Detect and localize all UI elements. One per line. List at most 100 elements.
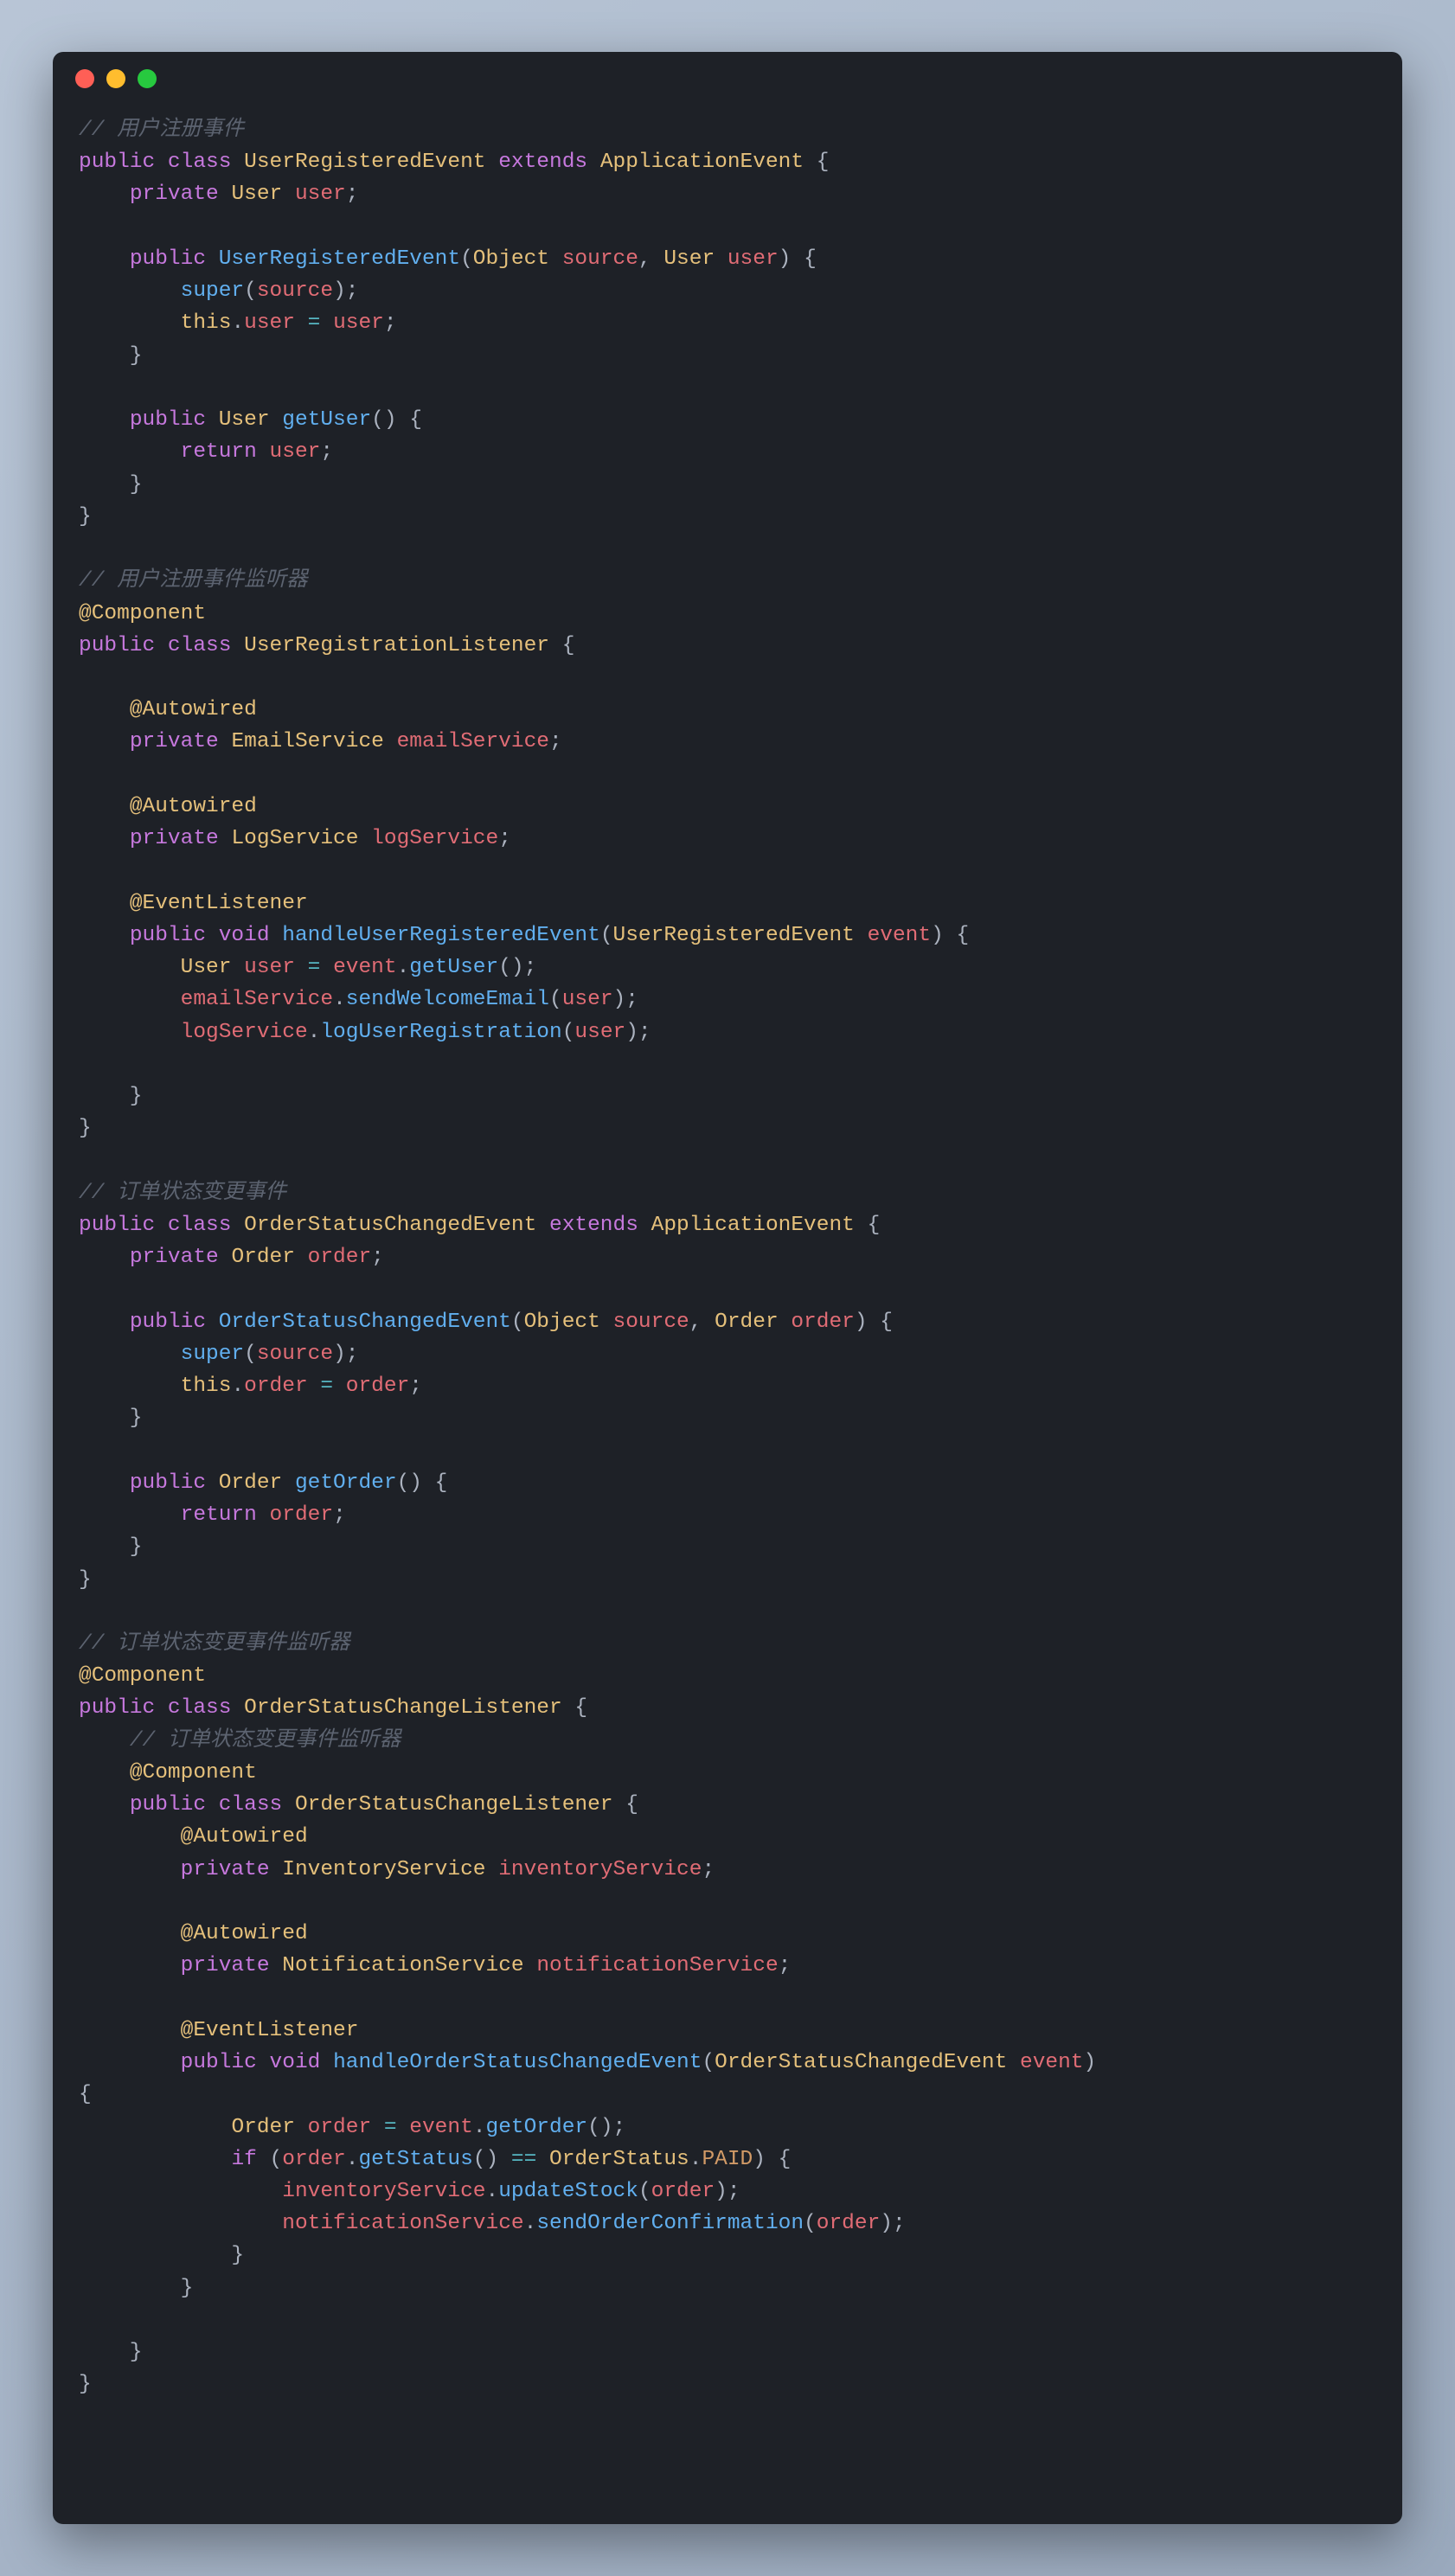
code-line [79,2304,1376,2336]
code-token: } [79,2373,92,2396]
code-token: @EventListener [181,2019,359,2042]
code-token [231,151,244,174]
code-token: . [333,988,346,1011]
code-token: if [231,2148,256,2171]
code-token: ( [244,1342,257,1366]
code-token: // 用户注册事件 [79,119,244,142]
code-token: ) { [753,2148,791,2171]
code-token [206,247,219,271]
code-token: super [181,1342,245,1366]
code-token: ); [333,1342,358,1366]
code-line: inventoryService.updateStock(order); [79,2176,1376,2208]
code-line: } [79,2336,1376,2368]
code-line [79,855,1376,887]
code-token: logService [371,827,498,850]
code-line [79,1048,1376,1080]
code-token [79,2116,231,2139]
code-line: } [79,1564,1376,1596]
code-token [397,2116,410,2139]
code-editor[interactable]: // 用户注册事件public class UserRegisteredEven… [53,97,1402,2436]
code-line [79,1435,1376,1467]
code-token: // 订单状态变更事件监听器 [130,1729,401,1753]
code-token: { [79,2083,92,2106]
code-token: getOrder [486,2116,588,2139]
code-token: void [270,2051,321,2074]
code-token [206,1310,219,1334]
code-token: notificationService [282,2212,523,2235]
code-line: public class UserRegistrationListener { [79,630,1376,662]
code-line: } [79,1080,1376,1112]
code-token: inventoryService [498,1858,702,1881]
code-token: ; [384,311,397,335]
code-line: // 订单状态变更事件监听器 [79,1725,1376,1757]
code-token [79,408,130,432]
code-token: public [181,2051,257,2074]
code-token: public [130,1471,206,1495]
code-token: } [79,2277,193,2300]
code-token: { [613,1793,638,1817]
code-token: ( [804,2212,817,2235]
code-token: = [320,1375,333,1398]
code-token: () { [397,1471,448,1495]
code-token: // 用户注册事件监听器 [79,569,308,593]
code-token: ; [333,1503,346,1527]
code-token [155,1696,168,1720]
code-line: private InventoryService inventoryServic… [79,1854,1376,1886]
code-token [231,1696,244,1720]
code-token [79,183,130,206]
code-token: class [168,1214,232,1237]
code-line: } [79,1112,1376,1144]
code-token: ) { [855,1310,893,1334]
code-token [257,440,270,464]
code-token: logUserRegistration [320,1021,561,1044]
code-token: ; [346,183,359,206]
code-token [295,1246,308,1269]
code-token: private [130,827,219,850]
code-line: emailService.sendWelcomeEmail(user); [79,984,1376,1016]
code-token: ) { [779,247,817,271]
code-line: } [79,469,1376,501]
code-token: , [689,1310,715,1334]
code-line [79,1983,1376,2015]
code-token [549,247,562,271]
code-line [79,211,1376,243]
code-line: public class OrderStatusChangeListener { [79,1692,1376,1724]
code-line [79,759,1376,791]
code-token: ( [460,247,473,271]
code-token: getUser [282,408,371,432]
code-token: InventoryService [282,1858,485,1881]
code-token [320,956,333,979]
code-token: private [130,730,219,753]
code-token: @Component [130,1761,257,1785]
code-token: public [79,151,155,174]
code-token: void [219,924,270,947]
close-icon[interactable] [75,69,94,88]
code-line: this.user = user; [79,307,1376,339]
code-token: class [168,1696,232,1720]
code-token: private [130,183,219,206]
code-line: // 用户注册事件监听器 [79,565,1376,597]
code-token [295,311,308,335]
code-token: . [231,1375,244,1398]
minimize-icon[interactable] [106,69,125,88]
code-line: private NotificationService notification… [79,1950,1376,1982]
code-line [79,1596,1376,1628]
code-token: handleOrderStatusChangedEvent [333,2051,702,2074]
code-line: @Component [79,1660,1376,1692]
window-titlebar [53,52,1402,97]
code-token: ( [600,924,613,947]
code-token [79,2180,282,2203]
maximize-icon[interactable] [138,69,157,88]
code-token [79,2212,282,2235]
code-token: order [791,1310,855,1334]
code-line: } [79,2272,1376,2304]
code-token: = [384,2116,397,2139]
code-token: this [181,1375,232,1398]
code-token: } [79,1407,143,1430]
code-token [270,1858,283,1881]
code-token: getUser [409,956,498,979]
code-line: public UserRegisteredEvent(Object source… [79,243,1376,275]
code-token: ( [244,279,257,303]
code-line: @Autowired [79,1918,1376,1950]
code-token [79,2051,181,2074]
